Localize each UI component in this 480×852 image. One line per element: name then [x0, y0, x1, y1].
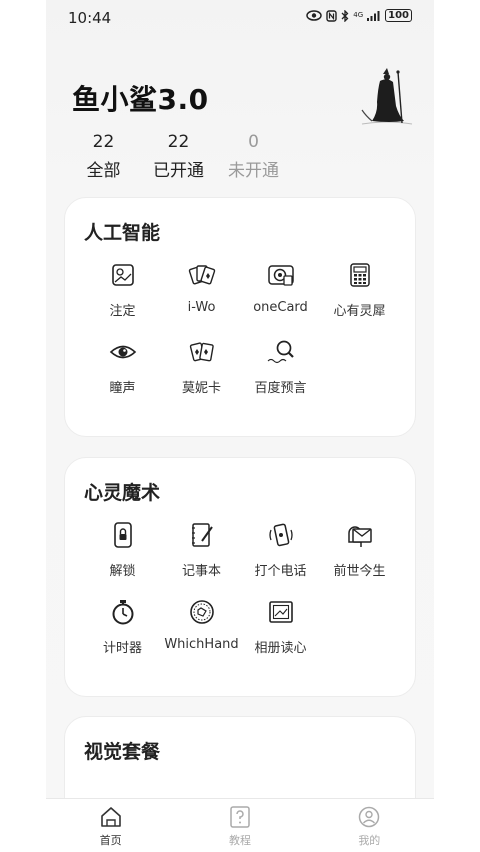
stat-all[interactable]: 22 全部: [66, 132, 141, 181]
cards-hand-icon: [187, 337, 217, 367]
coin-icon: [187, 597, 217, 627]
section-title: 视觉套餐: [84, 741, 161, 763]
feature-label: 记事本: [181, 564, 221, 579]
photo-album-icon: [266, 597, 296, 627]
stopwatch-icon: [108, 597, 138, 627]
feature-tile[interactable]: WhichHand: [162, 597, 241, 656]
feature-tile[interactable]: 前世今生: [320, 520, 399, 579]
stats-bar: 22 全部 22 已开通 0 未开通: [66, 132, 291, 181]
nfc-icon: [326, 9, 337, 22]
feature-tile[interactable]: 打个电话: [241, 520, 320, 579]
nav-label: 首页: [99, 834, 122, 847]
notebook-icon: [187, 520, 217, 550]
stat-not-activated[interactable]: 0 未开通: [216, 132, 291, 181]
status-time: 10:44: [68, 9, 112, 27]
stat-count: 0: [248, 132, 259, 152]
profile-icon: [358, 806, 380, 828]
nav-profile[interactable]: 我的: [305, 799, 434, 852]
feature-tile[interactable]: 相册读心: [241, 597, 320, 656]
status-bar: 10:44 4G 100: [46, 0, 434, 34]
stat-label: 已开通: [153, 161, 204, 181]
feature-tile[interactable]: 解锁: [83, 520, 162, 579]
nav-tutorial[interactable]: 教程: [175, 799, 304, 852]
section-title: 心灵魔术: [84, 482, 161, 504]
stat-label: 全部: [86, 161, 121, 181]
feature-tile[interactable]: i-Wo: [162, 260, 241, 319]
feature-label: 注定: [109, 304, 136, 319]
wizard-avatar-icon[interactable]: [356, 66, 416, 128]
feature-label: oneCard: [253, 300, 308, 315]
status-icons: 4G 100: [306, 9, 412, 22]
feature-tile[interactable]: 瞳声: [83, 337, 162, 396]
feature-label: 打个电话: [254, 564, 307, 579]
stat-count: 22: [167, 132, 190, 152]
app-title: 鱼小鲨3.0: [72, 83, 209, 116]
section-title: 人工智能: [84, 222, 161, 244]
mailbox-icon: [345, 520, 375, 550]
lock-phone-icon: [108, 520, 138, 550]
phone-call-icon: [266, 520, 296, 550]
feature-label: 百度预言: [254, 381, 307, 396]
photo-frame-icon: [108, 260, 138, 290]
eye-status-icon: [306, 10, 322, 21]
camera-card-icon: [266, 260, 296, 290]
signal-icon: [367, 10, 381, 21]
stat-count: 22: [92, 132, 115, 152]
feature-tile[interactable]: 心有灵犀: [320, 260, 399, 319]
stat-label: 未开通: [228, 161, 279, 181]
feature-tile[interactable]: 计时器: [83, 597, 162, 656]
home-icon: [99, 806, 123, 828]
section-ai: 人工智能 注定 i-Wo oneCard 心有灵犀 瞳声 莫妮卡 百度预言: [64, 197, 416, 437]
nav-label: 我的: [358, 834, 381, 847]
feature-tile[interactable]: 记事本: [162, 520, 241, 579]
feature-label: WhichHand: [164, 637, 239, 652]
feature-label: 心有灵犀: [333, 304, 386, 319]
app-screen: 10:44 4G 100 鱼小鲨3.0 22 全部 22 已开通 0 未开通 人…: [46, 0, 434, 852]
feature-label: 前世今生: [333, 564, 386, 579]
feature-tile[interactable]: oneCard: [241, 260, 320, 319]
feature-label: 瞳声: [109, 381, 136, 396]
bluetooth-icon: [341, 9, 349, 22]
nav-label: 教程: [228, 834, 251, 847]
feature-tile[interactable]: 百度预言: [241, 337, 320, 396]
playing-cards-icon: [187, 260, 217, 290]
feature-tile[interactable]: 莫妮卡: [162, 337, 241, 396]
feature-label: 莫妮卡: [181, 381, 221, 396]
feature-label: 相册读心: [254, 641, 307, 656]
feature-label: 计时器: [102, 641, 142, 656]
bottom-nav: 首页 教程 我的: [46, 798, 434, 852]
section-mind-magic: 心灵魔术 解锁 记事本 打个电话 前世今生 计时器 WhichHand 相册读心: [64, 457, 416, 697]
search-magnifier-icon: [266, 337, 296, 367]
feature-tile[interactable]: 注定: [83, 260, 162, 319]
feature-label: i-Wo: [187, 300, 216, 315]
nav-home[interactable]: 首页: [46, 799, 175, 852]
eye-icon: [108, 337, 138, 367]
network-type: 4G: [353, 11, 364, 19]
tutorial-icon: [229, 806, 251, 828]
feature-label: 解锁: [109, 564, 136, 579]
battery-indicator: 100: [385, 9, 412, 22]
calculator-icon: [345, 260, 375, 290]
stat-activated[interactable]: 22 已开通: [141, 132, 216, 181]
